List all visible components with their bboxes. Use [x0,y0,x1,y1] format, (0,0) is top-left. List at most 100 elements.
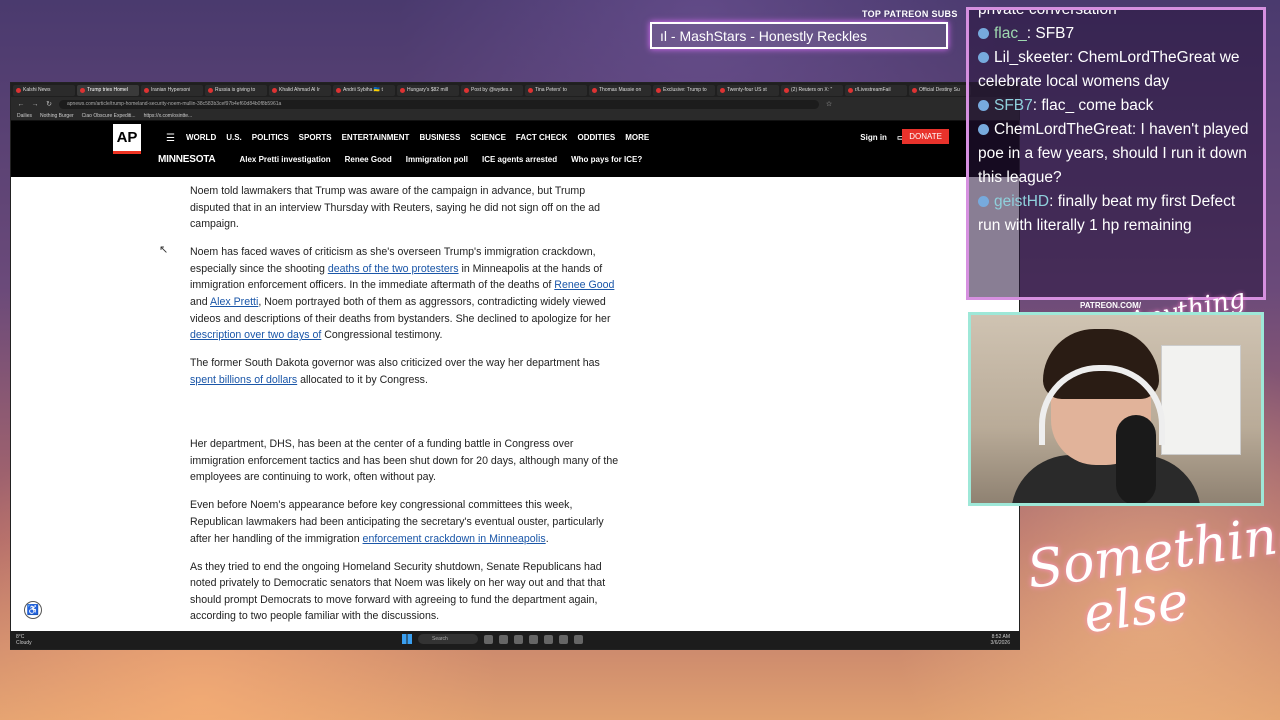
ad-space [190,400,620,436]
subnav-item[interactable]: Renee Good [345,155,392,164]
chat-message: SFB7: flac_ come back [978,94,1257,118]
ap-logo[interactable]: AP [113,124,141,154]
article-link[interactable]: Renee Good [554,279,614,291]
paragraph: Even before Noem's appearance before key… [190,499,604,545]
app-icon[interactable] [574,634,583,644]
chat-message: private conversation [978,10,1257,22]
cabinet [1161,345,1241,455]
sign-in-link[interactable]: Sign in [860,133,887,142]
donate-button[interactable]: DONATE [902,129,949,144]
browser-tab[interactable]: Official Destiny Su [909,84,971,96]
star-icon[interactable]: ☆ [825,100,833,108]
favicon-icon [848,87,853,93]
app-icon[interactable] [544,634,553,644]
nav-item-u-s-[interactable]: U.S. [226,133,242,142]
ap-header: AP ☰ WORLD U.S. POLITICS SPORTS ENTERTAINMEN… [11,121,1019,177]
weather-widget[interactable]: 8°C Cloudy [16,634,32,646]
subnav-item[interactable]: Who pays for ICE? [571,155,642,164]
article-link[interactable]: enforcement crackdown in Minneapolis [363,533,546,545]
app-icon[interactable] [514,634,523,644]
browser-tab[interactable]: (2) Reuters on X: " [781,84,843,96]
browser-tab[interactable]: Andrii Sybiha 🇺🇦 t [333,84,395,96]
forward-icon[interactable]: → [31,101,39,108]
chat-message: ChemLordTheGreat: I haven't played poe i… [978,118,1257,190]
favicon-icon [208,87,213,93]
chat-username[interactable]: ChemLordTheGreat [994,121,1132,138]
nav-item-business[interactable]: BUSINESS [419,133,460,142]
favicon-icon [80,87,85,93]
nav-item-entertainment[interactable]: ENTERTAINMENT [342,133,410,142]
browser-tab[interactable]: Twenty-four US st [717,84,779,96]
article-body: Noem told lawmakers that Trump was aware… [190,183,620,636]
url-field[interactable]: apnews.com/article/trump-homeland-securi… [59,99,819,109]
chat-message: flac_: SFB7 [978,22,1257,46]
reload-icon[interactable]: ↻ [45,100,53,108]
bookmark-item[interactable]: Dailies [17,113,32,119]
browser-tab[interactable]: Exclusive: Trump to [653,84,715,96]
patreon-marquee: ıl - MashStars - Honestly Reckles [650,22,948,49]
chat-username[interactable]: geistHD [994,193,1049,210]
subnav-item[interactable]: Alex Pretti investigation [239,155,330,164]
article-link[interactable]: Alex Pretti [210,296,258,308]
bookmark-item[interactable]: Ciao Obscure Expediti... [82,113,136,119]
chat-badge-icon [978,28,989,40]
browser-tab[interactable]: Russia is giving to [205,84,267,96]
chat-username[interactable]: SFB7 [994,97,1033,114]
back-icon[interactable]: ← [17,101,25,108]
clock[interactable]: 8:52 AM 3/6/2026 [991,634,1010,646]
browser-tab[interactable]: Iranian Hypersoni [141,84,203,96]
nav-item-more[interactable]: MORE [625,133,649,142]
nav-item-fact-check[interactable]: FACT CHECK [516,133,568,142]
state-label[interactable]: MINNESOTA [158,154,216,165]
windows-start-icon[interactable] [402,634,412,644]
menu-icon[interactable]: ☰ [166,133,175,144]
browser-tab[interactable]: Post by @wydes.s [461,84,523,96]
subnav-item[interactable]: ICE agents arrested [482,155,557,164]
accessibility-icon[interactable]: ♿ [24,601,42,619]
chat-username[interactable]: flac_ [994,25,1027,42]
bookmark-item[interactable]: https://x.com/osintte... [144,113,193,119]
app-icon[interactable] [529,634,538,644]
favicon-icon [16,87,21,93]
address-bar-row: ← → ↻ apnews.com/article/trump-homeland-… [11,97,1019,111]
browser-tab[interactable]: Thomas Massie on [589,84,651,96]
article-link[interactable]: deaths of the two protesters [328,263,459,275]
webcam-feed [968,312,1264,506]
browser-tab[interactable]: Kalshi News [13,84,75,96]
browser-tab[interactable]: Hungary's $82 mill [397,84,459,96]
favicon-icon [912,87,917,93]
chat-text: : flac_ come back [1032,97,1154,114]
app-icon[interactable] [499,634,508,644]
browser-tab[interactable]: Trump tries Homel [77,84,139,96]
main-nav: WORLD U.S. POLITICS SPORTS ENTERTAINMENT BUSI… [186,133,649,142]
taskbar-search[interactable]: Search [418,634,478,644]
sub-nav: MINNESOTA Alex Pretti investigation Renee… [158,154,642,165]
nav-item-politics[interactable]: POLITICS [252,133,289,142]
chat-text: : SFB7 [1026,25,1075,42]
app-icon[interactable] [484,634,493,644]
favicon-icon [784,87,789,93]
browser-window: Kalshi News Trump tries Homel Iranian Hype… [10,82,1020,650]
mouse-cursor-icon: ↖ [159,244,169,256]
favicon-icon [592,87,597,93]
app-icon[interactable] [559,634,568,644]
nav-item-science[interactable]: SCIENCE [470,133,506,142]
paragraph: Noem has faced waves of criticism as she… [190,246,615,342]
patreon-subs-label: TOP PATREON SUBS [862,9,958,19]
browser-tab[interactable]: r/LivestreamFail [845,84,907,96]
bookmarks-bar: Dailies Nothing Burger Ciao Obscure Expedi… [11,111,1019,121]
nav-item-oddities[interactable]: ODDITIES [577,133,615,142]
chat-username[interactable]: Lil_skeeter [994,49,1069,66]
subnav-item[interactable]: Immigration poll [406,155,468,164]
nav-item-sports[interactable]: SPORTS [299,133,332,142]
chat-badge-icon [978,52,989,64]
browser-tab[interactable]: Tina Peters' to [525,84,587,96]
browser-tab[interactable]: Khalid Ahmad Al Ir [269,84,331,96]
paragraph: The former South Dakota governor was als… [190,357,600,386]
article-link[interactable]: spent billions of dollars [190,374,297,386]
article-link[interactable]: description over two days of [190,329,321,341]
taskbar-apps: Search [402,634,583,644]
chat-message: geistHD: finally beat my first Defect ru… [978,190,1257,238]
nav-item-world[interactable]: WORLD [186,133,216,142]
bookmark-item[interactable]: Nothing Burger [40,113,74,119]
